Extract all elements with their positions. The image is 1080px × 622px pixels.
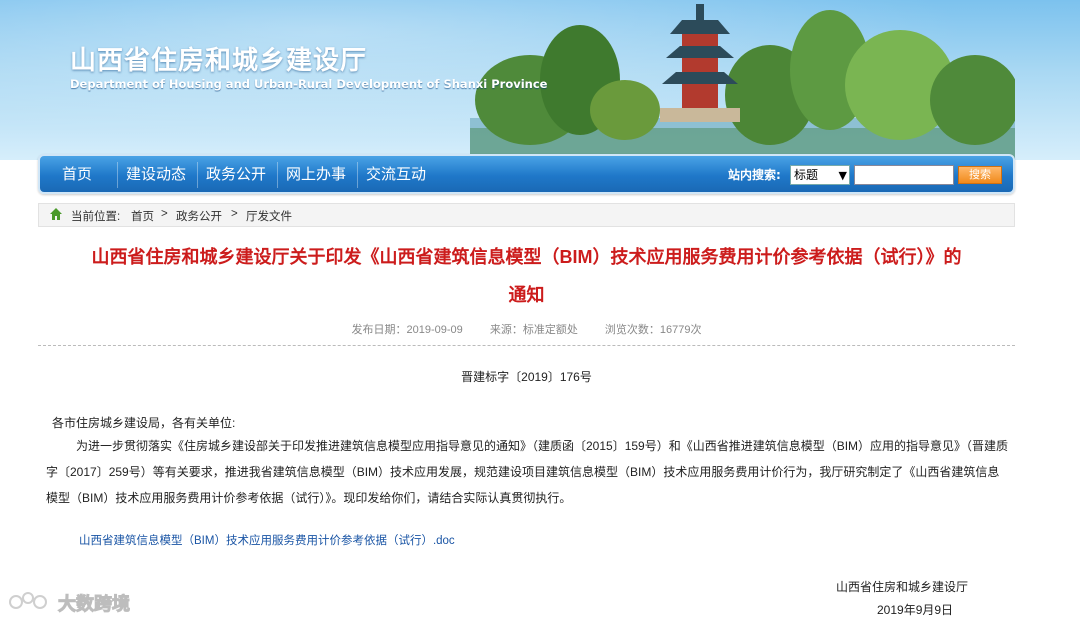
nav-separator bbox=[117, 162, 118, 188]
breadcrumb-separator: > bbox=[231, 208, 238, 220]
watermark-logo-icon bbox=[9, 592, 47, 609]
site-title: 山西省住房和城乡建设厅 bbox=[70, 46, 368, 76]
nav-separator bbox=[357, 162, 358, 188]
article-source: 来源：标准定额处 bbox=[489, 324, 578, 336]
article-title-line: 通知 bbox=[508, 285, 545, 305]
nav-item-gov-affairs[interactable]: 政务公开 bbox=[206, 164, 266, 186]
document-number: 晋建标字〔2019〕176号 bbox=[461, 370, 592, 384]
main-nav: 首页 建设动态 政务公开 网上办事 交流互动 站内搜索: 标题 ▼ 搜索 bbox=[38, 154, 1015, 194]
search-label: 站内搜索: bbox=[728, 168, 781, 182]
breadcrumb-label: 当前位置: bbox=[71, 211, 121, 223]
site-subtitle: Department of Housing and Urban-Rural De… bbox=[70, 77, 548, 91]
nav-item-construction-news[interactable]: 建设动态 bbox=[126, 164, 186, 186]
chevron-down-icon: ▼ bbox=[838, 169, 847, 182]
nav-item-online-services[interactable]: 网上办事 bbox=[286, 164, 346, 186]
search-button[interactable]: 搜索 bbox=[958, 166, 1002, 184]
signature-date: 2019年9月9日 bbox=[877, 603, 954, 617]
site-banner: 山西省住房和城乡建设厅 Department of Housing and Ur… bbox=[0, 0, 1080, 160]
divider bbox=[38, 345, 1015, 346]
signature-org: 山西省住房和城乡建设厅 bbox=[836, 580, 969, 594]
breadcrumb-item-gov-affairs[interactable]: 政务公开 bbox=[176, 208, 222, 224]
search-select-value: 标题 bbox=[794, 168, 819, 182]
nav-item-home[interactable]: 首页 bbox=[62, 164, 92, 186]
view-count: 浏览次数：16779次 bbox=[604, 324, 702, 336]
nav-separator bbox=[197, 162, 198, 188]
article-title-line: 山西省住房和城乡建设厅关于印发《山西省建筑信息模型（BIM）技术应用服务费用计价… bbox=[91, 247, 962, 267]
breadcrumb-separator: > bbox=[161, 208, 168, 220]
watermark: 大数跨境 bbox=[8, 586, 148, 616]
article-title: 山西省住房和城乡建设厅关于印发《山西省建筑信息模型（BIM）技术应用服务费用计价… bbox=[38, 238, 1015, 314]
article-meta: 发布日期：2019-09-09 来源：标准定额处 浏览次数：16779次 bbox=[38, 321, 1015, 337]
publish-date: 发布日期：2019-09-09 bbox=[351, 324, 463, 336]
breadcrumb-item-home[interactable]: 首页 bbox=[131, 208, 154, 224]
breadcrumb: 当前位置: 首页 > 政务公开 > 厅发文件 bbox=[38, 203, 1015, 227]
search-input[interactable] bbox=[854, 165, 954, 185]
article-paragraph: 为进一步贯彻落实《住房城乡建设部关于印发推进建筑信息模型应用指导意见的通知》（建… bbox=[46, 439, 1009, 505]
nav-item-interaction[interactable]: 交流互动 bbox=[366, 164, 426, 186]
nav-separator bbox=[277, 162, 278, 188]
breadcrumb-item-documents[interactable]: 厅发文件 bbox=[246, 208, 292, 224]
home-icon bbox=[50, 208, 62, 220]
search-field-select[interactable]: 标题 ▼ bbox=[790, 165, 850, 185]
watermark-text: 大数跨境 bbox=[58, 594, 131, 616]
banner-scenery-image bbox=[470, 4, 1015, 160]
attachment-link[interactable]: 山西省建筑信息模型（BIM）技术应用服务费用计价参考依据（试行）.doc bbox=[79, 532, 455, 548]
